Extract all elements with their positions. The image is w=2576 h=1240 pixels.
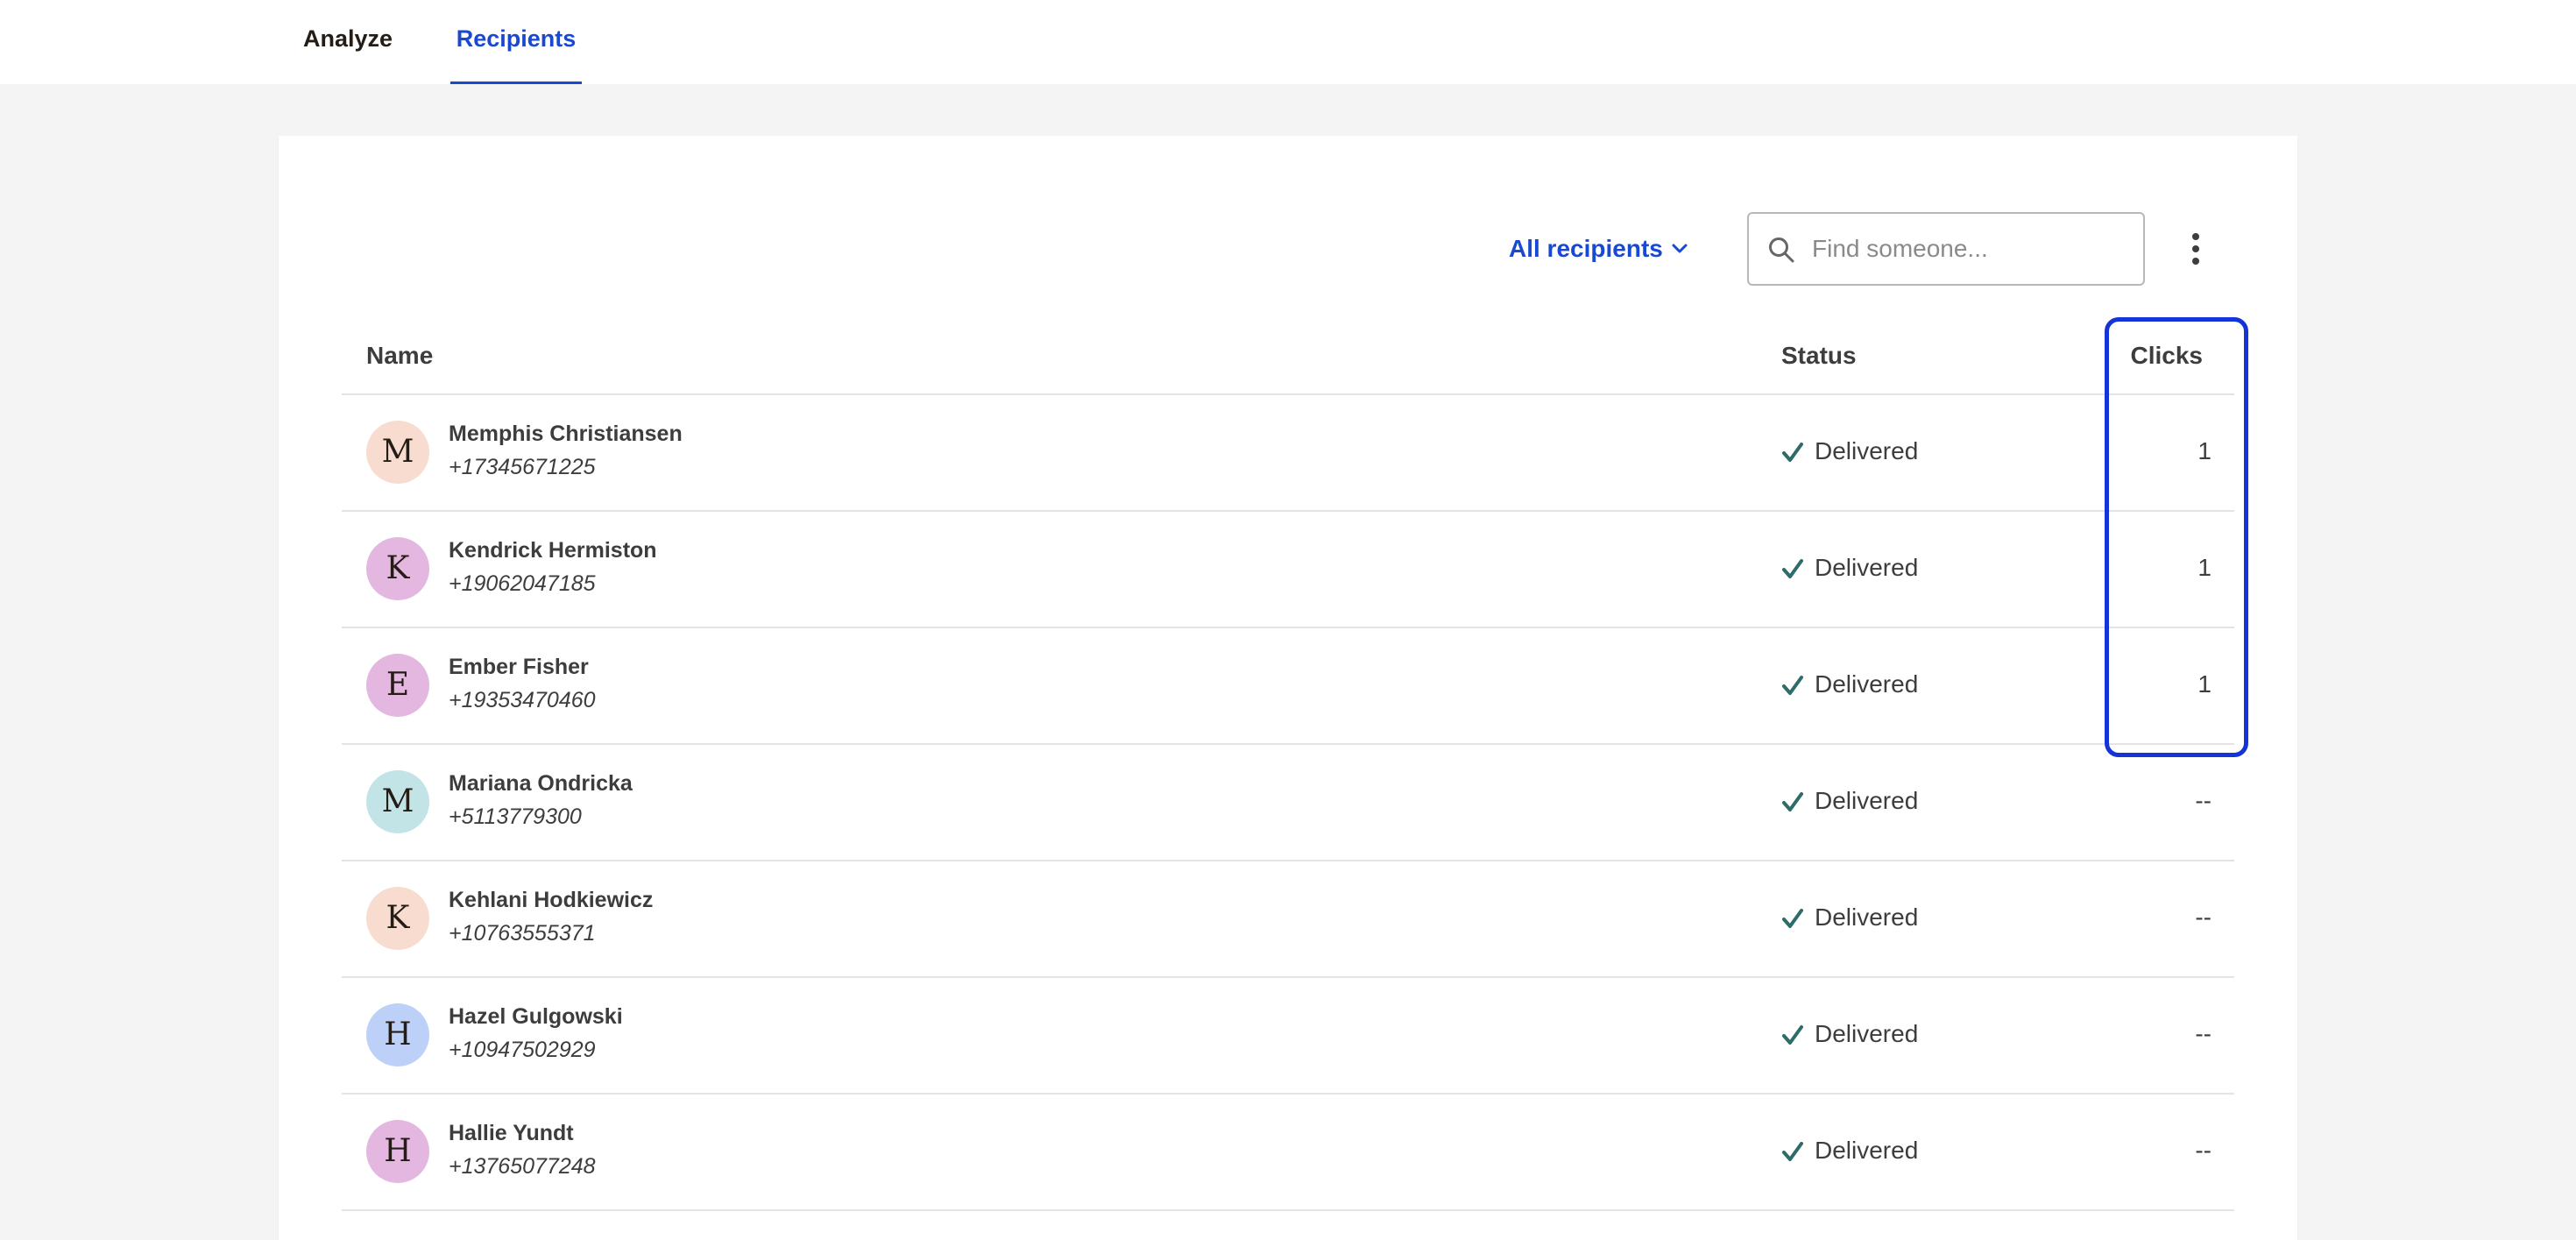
avatar: H [366, 1120, 429, 1183]
checkmark-icon [1782, 676, 1803, 695]
table-row[interactable]: H Hallie Yundt +13765077248 Delivered -- [342, 1095, 2234, 1210]
status-text: Delivered [1815, 1137, 1919, 1164]
tab-recipients[interactable]: Recipients [450, 0, 582, 84]
clicks-value: -- [2195, 1137, 2212, 1164]
recipient-phone: +13765077248 [449, 1154, 596, 1179]
status-text: Delivered [1815, 554, 1919, 581]
table-row[interactable]: M Mariana Ondricka +5113779300 Delivered -- [342, 745, 2234, 861]
status-text: Delivered [1815, 787, 1919, 814]
clicks-value: -- [2195, 1020, 2212, 1047]
top-nav: Analyze Recipients [0, 0, 2576, 84]
chevron-down-icon [1672, 244, 1688, 253]
column-header-status[interactable]: Status [1781, 338, 1857, 373]
active-tab-indicator [450, 81, 582, 84]
search-icon [1769, 237, 1794, 263]
recipient-phone: +19062047185 [449, 571, 596, 596]
tab-recipients-label: Recipients [456, 25, 577, 52]
more-vertical-icon[interactable] [2182, 228, 2210, 270]
recipient-phone: +10763555371 [449, 921, 596, 946]
column-header-name[interactable]: Name [366, 338, 433, 373]
recipient-phone: +19353470460 [449, 688, 596, 712]
tab-analyze[interactable]: Analyze [303, 0, 400, 84]
clicks-value: 1 [2197, 437, 2212, 464]
checkmark-icon [1782, 909, 1803, 928]
avatar: M [366, 770, 429, 833]
recipient-name[interactable]: Memphis Christiansen [449, 422, 683, 447]
clicks-value: -- [2195, 787, 2212, 814]
table-row[interactable]: K Kendrick Hermiston +19062047185 Delivered… [342, 512, 2234, 627]
avatar: K [366, 887, 429, 950]
avatar: K [366, 537, 429, 600]
recipient-name[interactable]: Hallie Yundt [449, 1121, 574, 1146]
table-row[interactable]: K Kehlani Hodkiewicz +10763555371 Delivered… [342, 861, 2234, 977]
recipient-name[interactable]: Kendrick Hermiston [449, 538, 657, 563]
recipients-filter-dropdown[interactable]: All recipients [1509, 230, 1693, 268]
clicks-value: 1 [2197, 554, 2212, 581]
checkmark-icon [1782, 443, 1803, 462]
row-divider [342, 1209, 2234, 1211]
column-header-clicks[interactable]: Clicks [2103, 338, 2204, 373]
checkmark-icon [1782, 792, 1803, 811]
avatar: H [366, 1003, 429, 1066]
filter-label: All recipients [1509, 235, 1663, 262]
recipient-name[interactable]: Hazel Gulgowski [449, 1004, 623, 1030]
recipient-name[interactable]: Mariana Ondricka [449, 771, 633, 797]
recipient-name[interactable]: Kehlani Hodkiewicz [449, 888, 653, 913]
recipient-phone: +17345671225 [449, 455, 596, 479]
avatar: M [366, 421, 429, 484]
checkmark-icon [1782, 559, 1803, 578]
search-input[interactable] [1812, 224, 2127, 273]
clicks-value: 1 [2197, 670, 2212, 698]
recipient-name[interactable]: Ember Fisher [449, 655, 589, 680]
status-text: Delivered [1815, 903, 1919, 931]
search-box[interactable] [1747, 212, 2145, 286]
checkmark-icon [1782, 1025, 1803, 1045]
tab-analyze-label: Analyze [303, 25, 393, 52]
avatar: E [366, 654, 429, 717]
clicks-value: -- [2195, 903, 2212, 931]
status-text: Delivered [1815, 437, 1919, 464]
recipient-phone: +5113779300 [449, 804, 582, 829]
status-text: Delivered [1815, 670, 1919, 698]
table-row[interactable]: M Memphis Christiansen +17345671225 Deliver… [342, 395, 2234, 511]
checkmark-icon [1782, 1142, 1803, 1161]
status-text: Delivered [1815, 1020, 1919, 1047]
recipient-phone: +10947502929 [449, 1038, 596, 1062]
table-row[interactable]: H Hazel Gulgowski +10947502929 Delivered -- [342, 978, 2234, 1094]
table-row[interactable]: E Ember Fisher +19353470460 Delivered 1 [342, 628, 2234, 744]
